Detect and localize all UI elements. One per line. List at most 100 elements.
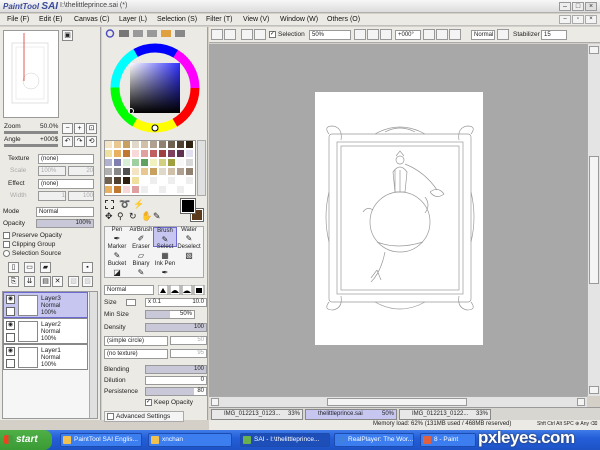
magic-wand-icon[interactable]: ⚡	[133, 199, 144, 210]
menu-edit[interactable]: Edit (E)	[39, 16, 62, 23]
doc-tab-2[interactable]: thelittleprince.sai 50%	[305, 409, 397, 420]
dilution-slider[interactable]: 0	[145, 376, 207, 385]
color-swatch[interactable]	[168, 177, 176, 185]
minimize-icon[interactable]: –	[559, 2, 571, 11]
doc-close-icon[interactable]: ×	[585, 15, 597, 24]
color-swatch[interactable]	[177, 186, 185, 194]
maximize-icon[interactable]: □	[572, 2, 584, 11]
primary-color[interactable]	[180, 198, 196, 214]
color-swatch[interactable]	[141, 141, 149, 149]
lasso-icon[interactable]: ➰	[119, 199, 130, 210]
blend-mode-select[interactable]: Normal	[104, 285, 154, 295]
color-swatch[interactable]	[186, 177, 194, 185]
menu-selection[interactable]: Selection (S)	[157, 16, 197, 23]
mask-icon[interactable]: ▨	[82, 276, 93, 287]
redo-icon[interactable]	[224, 29, 236, 40]
color-swatch[interactable]	[105, 168, 113, 176]
flip-icon[interactable]	[497, 29, 509, 40]
color-swatch[interactable]	[177, 150, 185, 158]
color-swatch[interactable]	[105, 177, 113, 185]
zoom-reset-button[interactable]: ⊡	[86, 123, 97, 134]
color-swatch[interactable]	[177, 177, 185, 185]
color-swatch[interactable]	[123, 159, 131, 167]
color-swatch[interactable]	[168, 168, 176, 176]
menu-view[interactable]: View (V)	[243, 16, 269, 23]
layer-item-layer3[interactable]: ◉ Layer3 Normal 100%	[3, 292, 88, 318]
hand-icon[interactable]: ✋	[141, 211, 152, 222]
color-swatch[interactable]	[123, 150, 131, 158]
color-swatch[interactable]	[132, 141, 140, 149]
tool-binary[interactable]: Binary ✎	[129, 261, 153, 281]
color-swatch[interactable]	[105, 159, 113, 167]
size-lock-icon[interactable]	[126, 299, 136, 306]
layer-item-layer1[interactable]: ◉ Layer1 Normal 100%	[3, 344, 88, 370]
color-swatch[interactable]	[105, 186, 113, 194]
task-realplayer[interactable]: RealPlayer: The Wor...	[334, 433, 414, 447]
new-folder-icon[interactable]: ▰	[40, 262, 51, 273]
color-swatch[interactable]	[150, 159, 158, 167]
doc-restore-icon[interactable]: ▫	[572, 15, 584, 24]
advanced-settings-toggle[interactable]: Advanced Settings	[104, 411, 184, 422]
color-swatch[interactable]	[168, 150, 176, 158]
tool-deselect[interactable]: Deselect ▧	[177, 244, 201, 264]
color-swatch[interactable]	[132, 159, 140, 167]
color-swatch[interactable]	[186, 168, 194, 176]
eyedropper-icon[interactable]: ✎	[153, 211, 161, 222]
color-swatch[interactable]	[168, 141, 176, 149]
move-icon[interactable]: ✥	[105, 211, 113, 222]
color-swatch[interactable]	[132, 186, 140, 194]
color-swatch[interactable]	[150, 177, 158, 185]
nav-toggle-button[interactable]: ▣	[62, 30, 73, 41]
color-swatch[interactable]	[177, 168, 185, 176]
pen-lock-icon[interactable]	[6, 333, 15, 342]
density-slider[interactable]: 100	[145, 323, 207, 332]
doc-tab-3[interactable]: IMG_012213_0122... 33%	[399, 409, 491, 420]
brush-shape-select[interactable]: (simple circle)	[104, 336, 168, 346]
eye-icon[interactable]: ◉	[6, 321, 15, 330]
menu-file[interactable]: File (F)	[7, 16, 29, 23]
toolbar-rotate-right-icon[interactable]	[436, 29, 448, 40]
zoom-slider[interactable]	[4, 131, 58, 134]
toolbar-zoom-in-icon[interactable]	[367, 29, 379, 40]
swatches-scrollbar[interactable]	[197, 140, 206, 196]
deselect-all-icon[interactable]	[241, 29, 253, 40]
selection-checkbox[interactable]: ✓ Selection	[269, 31, 305, 38]
color-swatch[interactable]	[114, 141, 122, 149]
doc-tab-1[interactable]: IMG_012213_0123... 33%	[211, 409, 303, 420]
rotate-right-button[interactable]: ↷	[74, 136, 85, 147]
rotate-left-button[interactable]: ↶	[62, 136, 73, 147]
color-swatch[interactable]	[141, 159, 149, 167]
toolbar-rotate-reset-icon[interactable]	[449, 29, 461, 40]
color-swatch[interactable]	[141, 150, 149, 158]
zoom-select[interactable]: 50%	[309, 30, 351, 40]
clear-layer-icon[interactable]: ▤	[40, 276, 51, 287]
tool-inkpen[interactable]: Ink Pen ✒	[153, 261, 177, 281]
close-icon[interactable]: ×	[585, 2, 597, 11]
undo-icon[interactable]	[211, 29, 223, 40]
menu-layer[interactable]: Layer (L)	[119, 16, 147, 23]
layer-item-layer2[interactable]: ◉ Layer2 Normal 100%	[3, 318, 88, 344]
eye-icon[interactable]: ◉	[6, 347, 15, 356]
texture-select[interactable]: (none)	[38, 154, 94, 164]
color-swatch[interactable]	[105, 141, 113, 149]
color-swatch[interactable]	[168, 159, 176, 167]
doc-minimize-icon[interactable]: –	[559, 15, 571, 24]
color-swatch[interactable]	[159, 186, 167, 194]
scroll-left-icon[interactable]	[211, 398, 219, 406]
color-swatch[interactable]	[123, 177, 131, 185]
angle-slider[interactable]	[4, 144, 58, 147]
task-paint[interactable]: 8 - Paint	[420, 433, 476, 447]
brush-texture-select[interactable]: (no texture)	[104, 349, 168, 359]
color-swatch[interactable]	[114, 159, 122, 167]
layers-scrollbar[interactable]	[89, 292, 97, 418]
apply-mask-icon[interactable]: ▧	[68, 276, 79, 287]
color-swatch[interactable]	[186, 159, 194, 167]
angle-select[interactable]: +000°	[395, 30, 421, 40]
color-swatch[interactable]	[105, 150, 113, 158]
color-swatch[interactable]	[159, 150, 167, 158]
zoom-in-button[interactable]: +	[74, 123, 85, 134]
selection-source-radio[interactable]: Selection Source	[3, 250, 61, 257]
color-swatch[interactable]	[159, 177, 167, 185]
size-slider[interactable]: x 0.1 10.0	[145, 298, 207, 307]
brush-texture-slider[interactable]: 95	[170, 349, 207, 358]
